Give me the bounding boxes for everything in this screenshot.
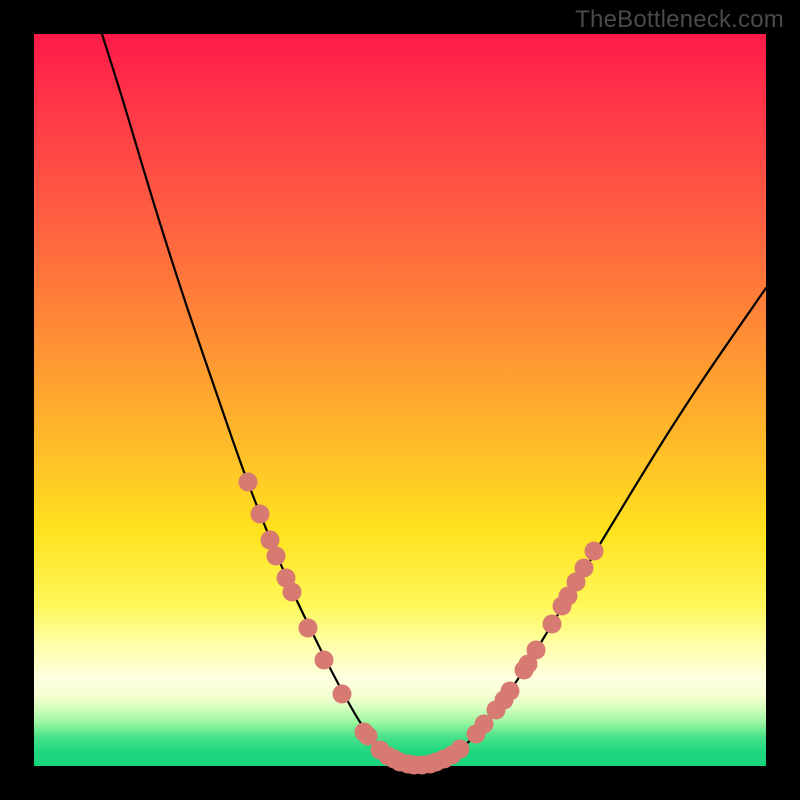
curve-marker — [585, 542, 604, 561]
curve-marker — [251, 505, 270, 524]
plot-area — [34, 34, 766, 766]
curve-marker — [575, 559, 594, 578]
curve-marker — [527, 641, 546, 660]
curve-marker — [315, 651, 334, 670]
curve-marker — [299, 619, 318, 638]
curve-marker — [333, 685, 352, 704]
curve-layer — [34, 34, 766, 766]
curve-markers — [239, 473, 604, 775]
curve-marker — [501, 682, 520, 701]
watermark-text: TheBottleneck.com — [575, 6, 784, 34]
curve-marker — [267, 547, 286, 566]
chart-stage: TheBottleneck.com — [0, 0, 800, 800]
curve-marker — [239, 473, 258, 492]
curve-marker — [451, 740, 470, 759]
curve-marker — [543, 615, 562, 634]
bottleneck-curve — [102, 34, 766, 765]
curve-marker — [283, 583, 302, 602]
